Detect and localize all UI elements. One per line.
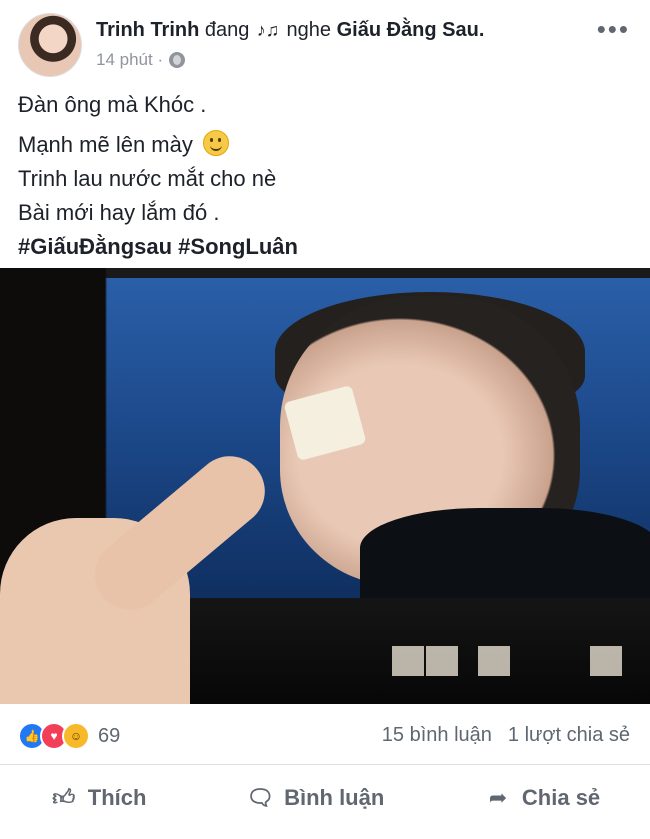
like-label: Thích: [87, 784, 147, 810]
haha-reaction-icon: ☺: [62, 722, 90, 750]
music-note-icon: ♪♫: [256, 20, 280, 40]
activity-verb: đang: [204, 19, 250, 41]
reaction-stats: 👍 ♥ ☺ 69 15 bình luận 1 lượt chia sẻ: [0, 704, 650, 765]
blur-box: [478, 646, 510, 676]
post-line-2-text: Mạnh mẽ lên mày: [18, 132, 193, 157]
share-arrow-icon: ➦: [488, 784, 508, 810]
share-button[interactable]: ➦ Chia sẻ: [484, 785, 600, 811]
blur-box: [426, 646, 458, 676]
more-options-icon[interactable]: •••: [597, 16, 630, 42]
comment-label: Bình luận: [284, 784, 385, 810]
activity-text: nghe: [286, 19, 332, 41]
blur-box: [392, 646, 424, 676]
post-time[interactable]: 14 phút ·: [96, 50, 163, 70]
post-line-1: Đàn ông mà Khóc .: [18, 92, 207, 117]
photo-collar: [360, 508, 650, 608]
like-button[interactable]: 👍︎ Thích: [50, 784, 147, 811]
share-label: Chia sẻ: [521, 784, 601, 810]
post-meta: 14 phút ·: [96, 50, 186, 70]
author-name[interactable]: Trinh Trinh: [96, 19, 199, 41]
post-header: Trinh Trinh đang ♪♫ nghe Giấu Đằng Sau. …: [0, 0, 650, 85]
post-photo[interactable]: [0, 268, 650, 704]
author-avatar[interactable]: [18, 13, 82, 77]
song-title[interactable]: Giấu Đằng Sau.: [337, 19, 485, 41]
post-text: Đàn ông mà Khóc . Mạnh mẽ lên mày Trinh …: [18, 88, 638, 264]
share-count[interactable]: 1 lượt chia sẻ: [508, 724, 630, 747]
author-line: Trinh Trinh đang ♪♫ nghe Giấu Đằng Sau.: [96, 18, 484, 42]
blur-box: [590, 646, 622, 676]
action-bar: 👍︎ Thích 🗨 Bình luận ➦ Chia sẻ: [0, 765, 650, 830]
reaction-count: 69: [98, 724, 121, 747]
post-line-2: Mạnh mẽ lên mày: [18, 128, 638, 162]
thumbs-up-icon: 👍︎: [52, 785, 76, 810]
comment-count[interactable]: 15 bình luận: [382, 724, 492, 747]
post-line-3: Trinh lau nước mắt cho nè: [18, 166, 277, 191]
engagement-counts: 15 bình luận 1 lượt chia sẻ: [382, 724, 630, 747]
comment-button[interactable]: 🗨 Bình luận: [246, 785, 384, 811]
reaction-summary[interactable]: 👍 ♥ ☺ 69: [18, 722, 120, 750]
comment-bubble-icon: 🗨: [246, 784, 275, 810]
hashtags[interactable]: #GiấuĐằngsau #SongLuân: [18, 230, 638, 264]
post-line-4: Bài mới hay lắm đó .: [18, 200, 220, 225]
smile-emoji-icon: [202, 130, 229, 156]
globe-icon: [169, 52, 186, 68]
